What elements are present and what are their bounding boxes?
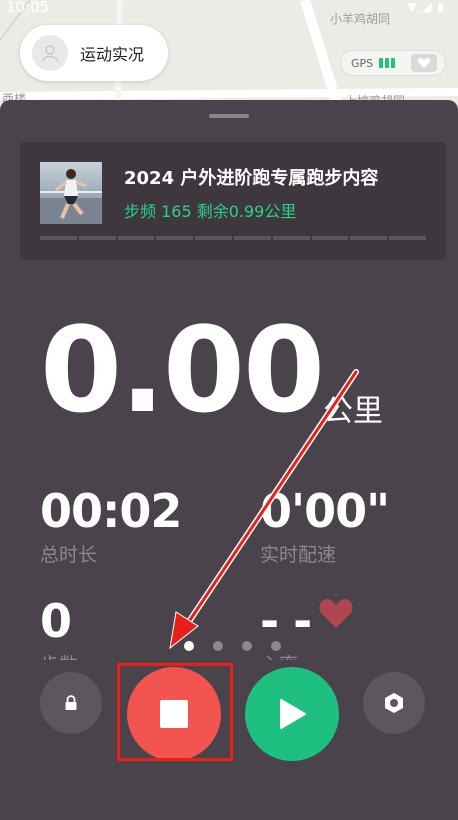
lock-button[interactable]: [40, 672, 102, 734]
progress-segment: [233, 236, 271, 240]
progress-segment: [117, 236, 155, 240]
duration-value: 00:02: [40, 484, 182, 538]
avatar: [32, 35, 68, 71]
workout-panel: 2024 户外进阶跑专属跑步内容 步频 165 剩余0.99公里 0.00 公里…: [0, 100, 458, 820]
play-icon: [280, 699, 306, 729]
steps-label: 步数: [40, 650, 78, 660]
progress-segment: [156, 236, 194, 240]
heart-icon: [319, 599, 353, 628]
live-status-button[interactable]: 运动实况: [20, 25, 168, 81]
gps-indicator: GPS: [340, 50, 446, 76]
course-thumbnail: [40, 162, 102, 224]
user-icon: [42, 45, 58, 62]
heart-rate-device-icon: [411, 54, 438, 72]
lock-icon: [65, 695, 77, 710]
progress-segment: [350, 236, 388, 240]
steps-value: 0: [40, 594, 72, 648]
hexagon-gear-icon: [385, 693, 403, 713]
resume-button[interactable]: [245, 667, 339, 761]
progress-segment: [389, 236, 426, 240]
heart-rate-label: 心率: [260, 650, 298, 660]
course-subtitle: 步频 165 剩余0.99公里: [124, 202, 297, 221]
distance-unit: 公里: [323, 394, 383, 429]
progress-segment: [195, 236, 232, 240]
pace-label: 实时配速: [260, 544, 337, 566]
pace-value: 0'00": [260, 484, 390, 538]
page-dot: [271, 641, 281, 651]
heart-rate-value: - -: [260, 594, 312, 648]
status-icons: ▼◢▮: [406, 0, 450, 14]
page-dot: [213, 641, 223, 651]
page-dot: [184, 641, 194, 651]
status-bar: 10:05 ▼◢▮: [0, 0, 458, 20]
live-status-label: 运动实况: [80, 45, 145, 64]
drag-handle[interactable]: [209, 114, 249, 118]
page-indicator: [184, 641, 300, 651]
course-progress-bar: [40, 236, 426, 240]
stop-button-highlight: [117, 663, 233, 761]
progress-segment: [272, 236, 310, 240]
course-card[interactable]: 2024 户外进阶跑专属跑步内容 步频 165 剩余0.99公里: [20, 142, 446, 260]
page-dot: [242, 641, 252, 651]
course-title: 2024 户外进阶跑专属跑步内容: [124, 168, 379, 189]
progress-segment: [40, 236, 77, 240]
duration-label: 总时长: [40, 544, 98, 566]
gps-signal-icon: [379, 58, 397, 68]
settings-button[interactable]: [363, 672, 425, 734]
status-time: 10:05: [6, 0, 50, 16]
distance-value: 0.00: [40, 301, 325, 439]
progress-segment: [311, 236, 349, 240]
progress-segment: [78, 236, 116, 240]
gps-label: GPS: [351, 56, 374, 70]
